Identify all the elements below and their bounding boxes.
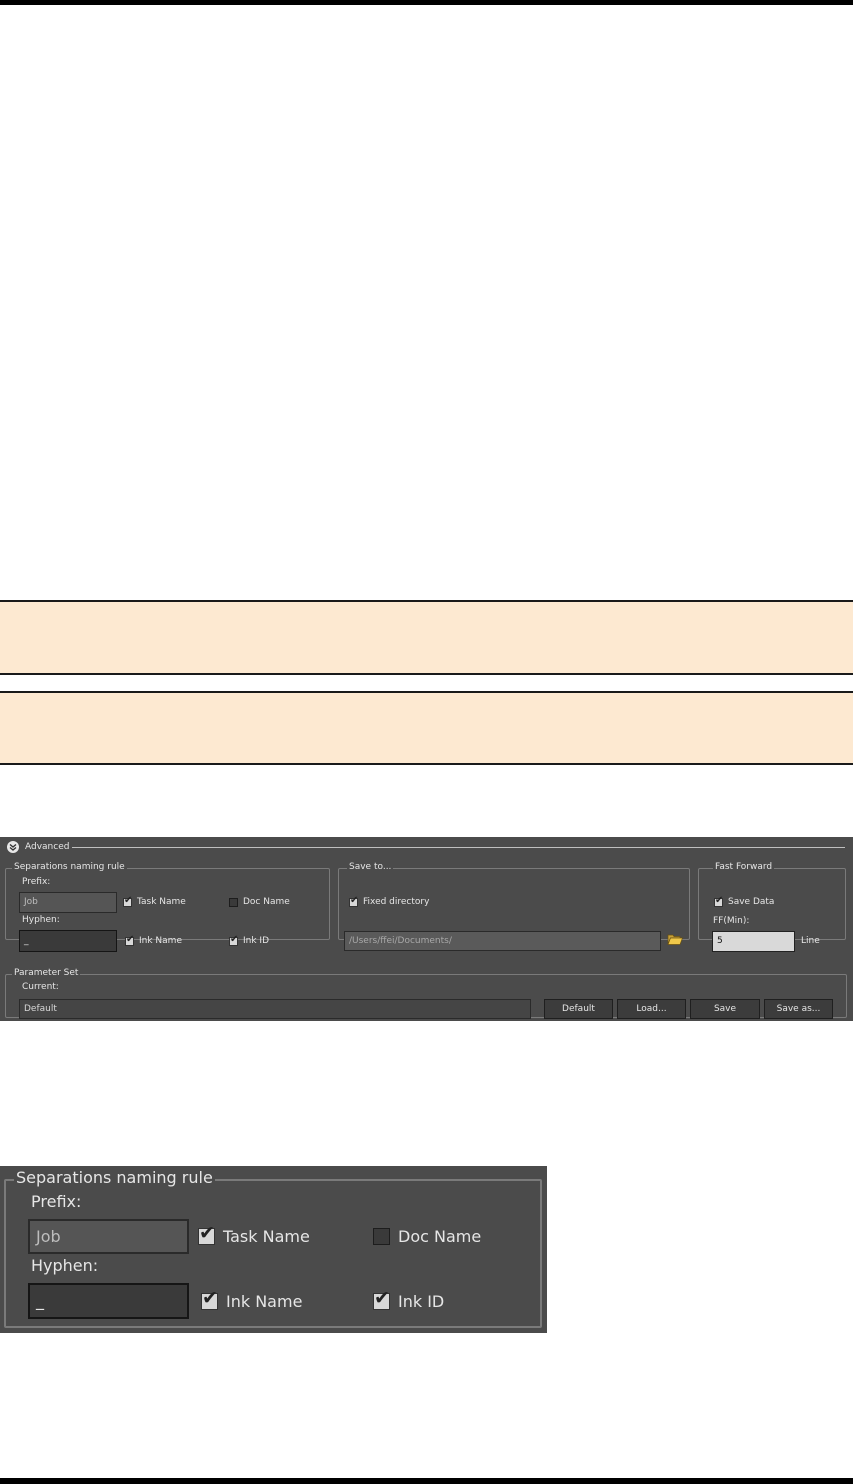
zoom-ink-id-label: Ink ID	[398, 1292, 445, 1311]
current-parameter-field[interactable]: Default	[19, 999, 531, 1019]
task-name-checkbox[interactable]: ✔ Task Name	[123, 894, 186, 907]
save-data-checkbox[interactable]: ✔ Save Data	[714, 894, 775, 907]
zoom-ink-name-check-icon: ✔	[201, 1287, 218, 1310]
zoom-ink-name-label: Ink Name	[226, 1292, 303, 1311]
load-button[interactable]: Load...	[617, 999, 686, 1019]
fixed-directory-checkbox[interactable]: ✔ Fixed directory	[349, 894, 430, 907]
save-data-check-icon: ✔	[714, 894, 724, 907]
save-to-legend: Save to...	[347, 862, 394, 872]
advanced-header-divider	[72, 847, 845, 848]
top-rule	[0, 0, 853, 5]
zoom-task-name-check-icon: ✔	[198, 1222, 215, 1245]
current-label: Current:	[22, 982, 59, 992]
advanced-panel: Advanced Separations naming rule Prefix:…	[0, 837, 853, 1021]
save-data-label: Save Data	[728, 897, 775, 907]
advanced-collapse-icon	[9, 843, 17, 851]
doc-name-check-icon	[229, 897, 238, 907]
ff-min-input[interactable]: 5	[712, 931, 795, 952]
ff-unit-label: Line	[801, 936, 820, 946]
ink-id-check-icon: ✔	[229, 933, 239, 946]
bottom-rule	[0, 1478, 853, 1484]
zoom-prefix-label: Prefix:	[31, 1192, 82, 1211]
zoom-doc-name-label: Doc Name	[398, 1227, 482, 1246]
doc-name-label: Doc Name	[243, 897, 290, 907]
parameter-set-legend: Parameter Set	[12, 968, 81, 978]
zoom-hyphen-input[interactable]: _	[28, 1283, 189, 1319]
advanced-toggle[interactable]	[7, 841, 19, 853]
folder-open-icon	[667, 934, 684, 945]
note-box-1	[0, 600, 853, 675]
ink-id-checkbox[interactable]: ✔ Ink ID	[229, 933, 270, 946]
hyphen-label: Hyphen:	[22, 915, 60, 925]
browse-folder-button[interactable]	[667, 932, 684, 948]
default-button[interactable]: Default	[544, 999, 613, 1019]
ink-id-label: Ink ID	[243, 936, 270, 946]
hyphen-input[interactable]: _	[19, 930, 117, 952]
fast-forward-legend: Fast Forward	[713, 862, 775, 872]
ink-name-check-icon: ✔	[125, 933, 135, 946]
task-name-check-icon: ✔	[123, 894, 133, 907]
ink-name-checkbox[interactable]: ✔ Ink Name	[125, 933, 182, 946]
fixed-directory-label: Fixed directory	[363, 897, 430, 907]
zoom-hyphen-label: Hyphen:	[31, 1256, 99, 1275]
save-path-input[interactable]: /Users/ffei/Documents/	[344, 931, 661, 951]
zoom-doc-name-checkbox[interactable]: Doc Name	[373, 1227, 481, 1246]
zoom-ink-id-checkbox[interactable]: ✔ Ink ID	[373, 1287, 445, 1311]
zoom-ink-id-check-icon: ✔	[373, 1287, 390, 1310]
ink-name-label: Ink Name	[139, 936, 182, 946]
zoom-prefix-input[interactable]: Job	[28, 1219, 189, 1254]
prefix-label: Prefix:	[22, 877, 51, 887]
ff-min-label: FF(Min):	[713, 916, 750, 926]
zoom-doc-name-check-icon	[373, 1228, 390, 1245]
naming-rule-legend: Separations naming rule	[12, 862, 127, 872]
prefix-input[interactable]: Job	[19, 892, 117, 913]
zoom-naming-rule-legend: Separations naming rule	[14, 1168, 215, 1187]
task-name-label: Task Name	[137, 897, 186, 907]
fixed-directory-check-icon: ✔	[349, 894, 359, 907]
save-button[interactable]: Save	[690, 999, 760, 1019]
zoom-task-name-label: Task Name	[223, 1227, 310, 1246]
doc-name-checkbox[interactable]: Doc Name	[229, 897, 290, 907]
naming-rule-zoom-panel: Separations naming rule Prefix: Job ✔ Ta…	[0, 1166, 547, 1333]
note-box-2	[0, 691, 853, 765]
save-as-button[interactable]: Save as...	[764, 999, 833, 1019]
zoom-ink-name-checkbox[interactable]: ✔ Ink Name	[201, 1287, 303, 1311]
zoom-task-name-checkbox[interactable]: ✔ Task Name	[198, 1222, 310, 1246]
advanced-title: Advanced	[25, 842, 70, 852]
